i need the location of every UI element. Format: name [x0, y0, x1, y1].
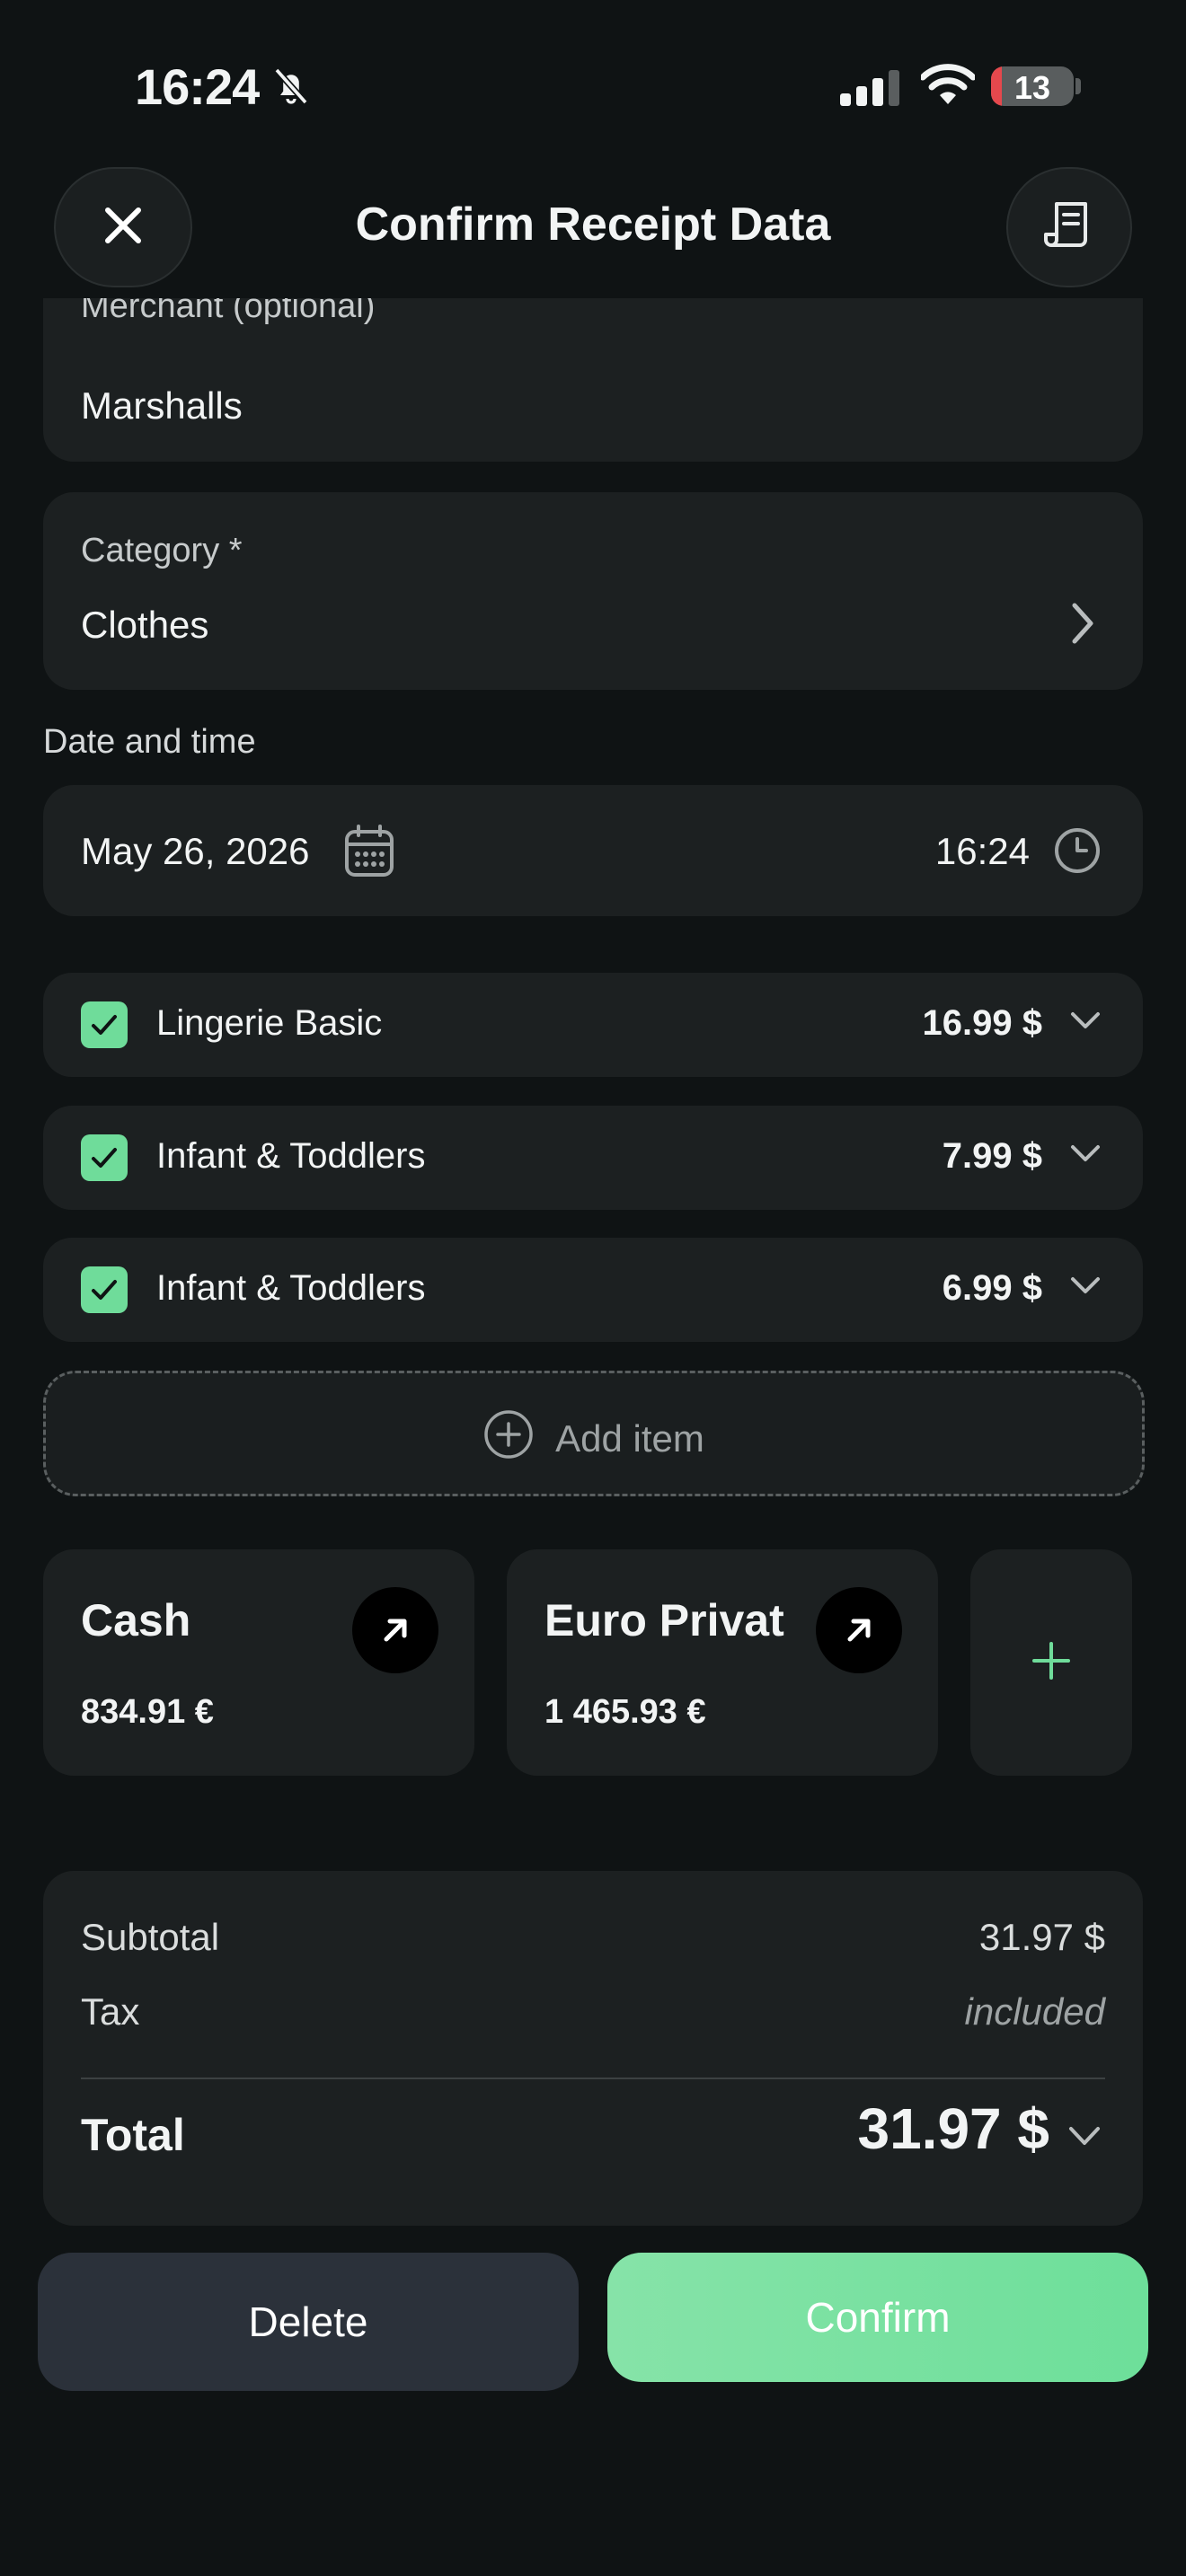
plus-circle-icon: [483, 1409, 534, 1469]
add-account-button[interactable]: [970, 1549, 1132, 1776]
calendar-icon[interactable]: [343, 825, 395, 883]
clock-icon[interactable]: [1053, 826, 1102, 879]
subtotal-label: Subtotal: [81, 1916, 220, 1958]
datetime-label: Date and time: [43, 723, 256, 761]
confirm-button[interactable]: Confirm: [607, 2253, 1148, 2382]
status-time: 16:24: [135, 58, 260, 115]
list-item[interactable]: Infant & Toddlers 7.99 $: [43, 1106, 1143, 1210]
time-value[interactable]: 16:24: [935, 830, 1030, 873]
category-label: Category *: [81, 532, 243, 569]
account-name: Euro Privat: [544, 1595, 784, 1645]
silent-bell-icon: [270, 65, 313, 112]
item-name: Infant & Toddlers: [156, 1136, 426, 1176]
subtotal-value: 31.97 $: [978, 1916, 1105, 1958]
account-card-euro-privat[interactable]: Euro Privat 1 465.93 €: [507, 1549, 938, 1776]
add-item-button[interactable]: Add item: [43, 1371, 1145, 1496]
tax-value: included: [964, 1990, 1105, 2033]
item-price: 6.99 $: [942, 1268, 1042, 1308]
signal-icon: [840, 70, 901, 110]
category-field[interactable]: Category * Clothes: [43, 492, 1143, 690]
receipt-button[interactable]: [1006, 167, 1132, 287]
item-name: Lingerie Basic: [156, 1003, 383, 1043]
wifi-icon: [919, 63, 977, 112]
date-value[interactable]: May 26, 2026: [81, 830, 310, 873]
summary-card: Subtotal 31.97 $ Tax included Total 31.9…: [43, 1871, 1143, 2226]
chevron-down-icon[interactable]: [1069, 1275, 1102, 1301]
item-name: Infant & Toddlers: [156, 1268, 426, 1308]
arrow-up-right-icon: [352, 1587, 438, 1673]
account-balance: 1 465.93 €: [544, 1693, 706, 1731]
chevron-right-icon: [1069, 602, 1096, 649]
chevron-down-icon[interactable]: [1069, 1143, 1102, 1169]
chevron-down-icon[interactable]: [1069, 1010, 1102, 1037]
list-item[interactable]: Infant & Toddlers 6.99 $: [43, 1238, 1143, 1342]
add-item-label: Add item: [555, 1417, 704, 1460]
checkbox-checked[interactable]: [81, 1134, 128, 1181]
account-card-cash[interactable]: Cash 834.91 €: [43, 1549, 474, 1776]
account-balance: 834.91 €: [81, 1693, 214, 1731]
battery-tip: [1075, 78, 1081, 94]
datetime-field: May 26, 2026 16:24: [43, 785, 1143, 916]
category-value: Clothes: [81, 604, 209, 646]
account-name: Cash: [81, 1595, 191, 1645]
plus-icon: [1031, 1640, 1072, 1686]
list-item[interactable]: Lingerie Basic 16.99 $: [43, 973, 1143, 1077]
receipt-icon: [1042, 198, 1096, 257]
battery-indicator: 13: [991, 66, 1074, 106]
item-price: 16.99 $: [922, 1003, 1042, 1043]
total-label: Total: [81, 2110, 185, 2160]
total-value: 31.97 $: [857, 2096, 1049, 2161]
tax-label: Tax: [81, 1990, 140, 2033]
summary-divider: [81, 2078, 1105, 2079]
arrow-up-right-icon: [816, 1587, 902, 1673]
item-price: 7.99 $: [942, 1136, 1042, 1176]
chevron-down-icon[interactable]: [1067, 2125, 1102, 2153]
checkbox-checked[interactable]: [81, 1001, 128, 1048]
delete-button[interactable]: Delete: [38, 2253, 579, 2391]
merchant-value: Marshalls: [81, 384, 243, 427]
checkbox-checked[interactable]: [81, 1266, 128, 1313]
